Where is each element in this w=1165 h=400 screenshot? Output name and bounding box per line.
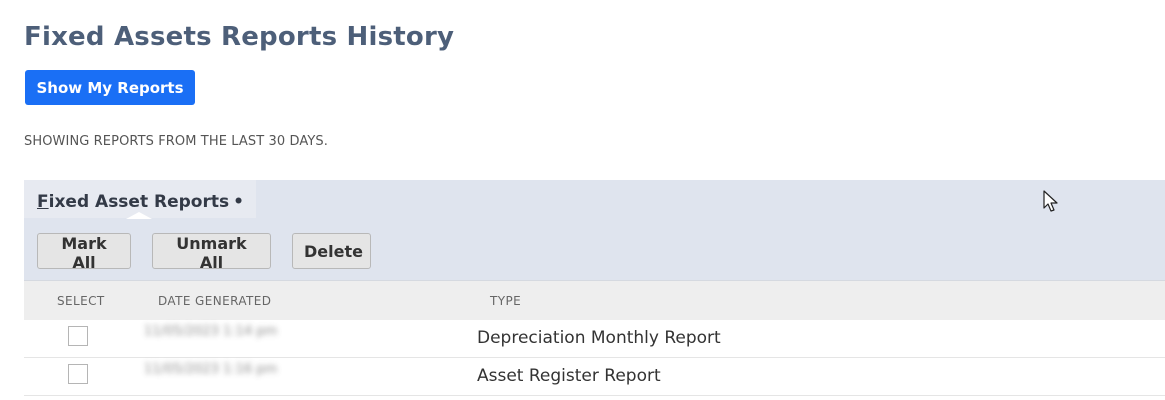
panel-header: Fixed Asset Reports • Mark All Unmark All…: [24, 180, 1165, 280]
row-select-checkbox[interactable]: [68, 326, 88, 346]
date-generated-cell: 11/05/2023 1:16 pm: [144, 362, 278, 377]
table-row: 11/05/2023 1:14 pm Depreciation Monthly …: [24, 320, 1165, 358]
mark-all-button[interactable]: Mark All: [37, 233, 131, 272]
subtab-label: ixed Asset Reports: [48, 192, 230, 212]
report-type-link[interactable]: Asset Register Report: [477, 366, 661, 386]
row-select-checkbox[interactable]: [68, 364, 88, 384]
subtab-bullet: •: [233, 192, 244, 212]
date-generated-cell: 11/05/2023 1:14 pm: [144, 324, 278, 339]
subtab-notch: [126, 212, 152, 219]
column-header-type[interactable]: TYPE: [490, 294, 521, 308]
table-header: SELECT DATE GENERATED TYPE: [24, 280, 1165, 321]
report-type-link[interactable]: Depreciation Monthly Report: [477, 328, 721, 348]
column-header-date-generated[interactable]: DATE GENERATED: [158, 294, 271, 308]
subtab-access-key: F: [37, 192, 49, 212]
mouse-pointer-icon: [1043, 190, 1058, 212]
delete-button[interactable]: Delete: [292, 233, 371, 269]
unmark-all-button[interactable]: Unmark All: [152, 233, 271, 272]
column-header-select[interactable]: SELECT: [57, 294, 105, 308]
date-range-notice: SHOWING REPORTS FROM THE LAST 30 DAYS.: [24, 134, 328, 149]
fixed-asset-reports-panel: Fixed Asset Reports • Mark All Unmark All…: [24, 180, 1165, 396]
show-my-reports-button[interactable]: Show My Reports: [25, 70, 195, 105]
table-row: 11/05/2023 1:16 pm Asset Register Report: [24, 358, 1165, 396]
page-title: Fixed Assets Reports History: [24, 22, 455, 52]
